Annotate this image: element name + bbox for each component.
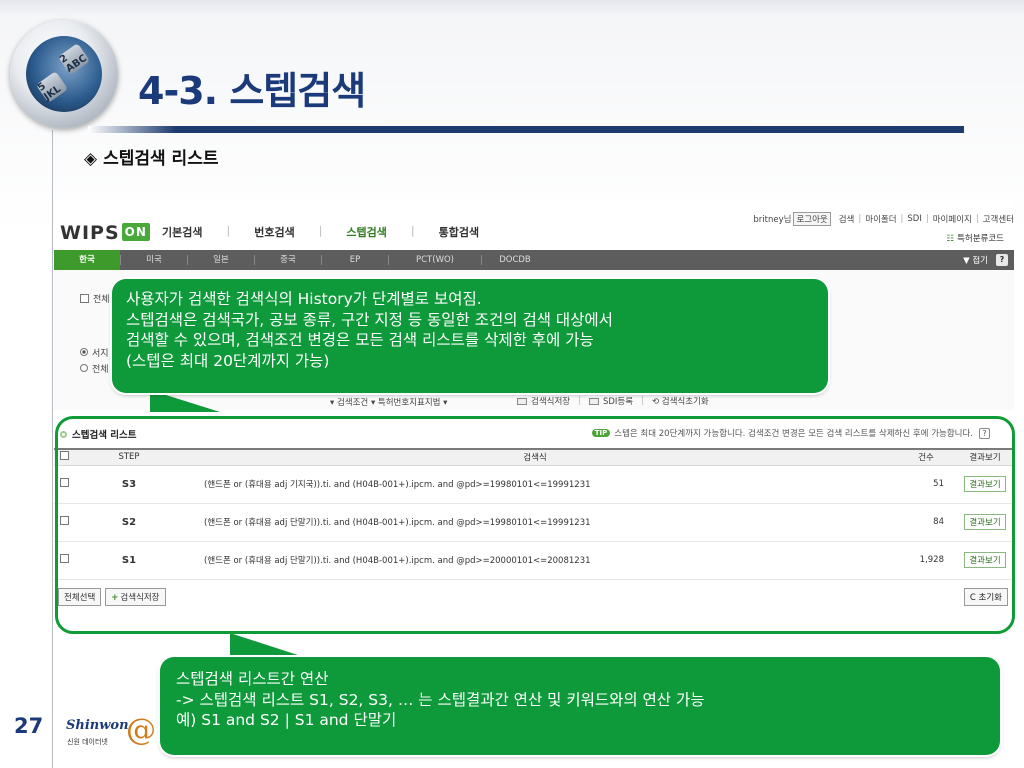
help-icon[interactable]: ? bbox=[996, 254, 1008, 266]
callout-operations: 스텝검색 리스트간 연산 -> 스텝검색 리스트 S1, S2, S3, … 는… bbox=[160, 657, 1000, 755]
gnb-separator: | bbox=[226, 224, 231, 237]
radio-2-label: 전체 bbox=[92, 365, 109, 375]
util-link-support[interactable]: 고객센터 bbox=[983, 213, 1014, 225]
tab-japan[interactable]: 일본 bbox=[188, 250, 254, 270]
step-list-highlight-box bbox=[55, 416, 1015, 634]
radio-bibliographic[interactable]: 서지 bbox=[80, 346, 109, 359]
callout-bottom-pointer bbox=[230, 633, 310, 659]
reset-query-tool[interactable]: ⟲ 검색식초기화 bbox=[652, 395, 709, 407]
util-link-search[interactable]: 검색 bbox=[839, 213, 855, 225]
dial-key-5: 5 JKL bbox=[35, 71, 69, 103]
tab-usa[interactable]: 미국 bbox=[121, 250, 187, 270]
slide-title: 4-3. 스텝검색 bbox=[138, 69, 366, 113]
slide-left-rule bbox=[52, 130, 53, 768]
callout-bottom-line-2: -> 스텝검색 리스트 S1, S2, S3, … 는 스텝결과간 연산 및 키… bbox=[176, 690, 705, 709]
util-separator: | bbox=[900, 214, 904, 224]
tab-china[interactable]: 중국 bbox=[255, 250, 321, 270]
wips-logo-text: WIPS bbox=[60, 222, 120, 244]
tool-separator: | bbox=[641, 396, 644, 406]
callout-bottom-line-1: 스텝검색 리스트간 연산 bbox=[176, 670, 329, 688]
dial-key-2: 2 ABC bbox=[57, 43, 91, 75]
callout-top-pointer bbox=[150, 390, 220, 412]
phone-dial-logo: 2 ABC 5 JKL bbox=[10, 20, 118, 128]
slide-top-band bbox=[0, 0, 1024, 18]
global-nav: 기본검색 | 번호검색 | 스텝검색 | 통합검색 bbox=[162, 224, 503, 240]
search-tool-row: 검색식저장 | SDI등록 | ⟲ 검색식초기화 bbox=[517, 395, 709, 407]
wips-on-logo[interactable]: WIPS ON bbox=[60, 222, 150, 244]
history-select[interactable]: ▾ 검색조건 ▾ 특허번호지표지법 ▾ bbox=[330, 396, 447, 408]
radio-1-label: 서지 bbox=[92, 349, 109, 359]
list-icon: ☷ bbox=[946, 234, 955, 244]
classify-link-label: 특허분류코드 bbox=[957, 234, 1004, 244]
reset-icon: ⟲ bbox=[651, 397, 662, 407]
radio-icon bbox=[80, 348, 88, 356]
tool-label-save: 검색식저장 bbox=[531, 397, 571, 407]
patent-classification-link[interactable]: ☷ 특허분류코드 bbox=[946, 232, 1004, 244]
callout-top-line-4: (스텝은 최대 20단계까지 가능) bbox=[126, 351, 330, 370]
tab-ep[interactable]: EP bbox=[322, 250, 388, 270]
gnb-number-search[interactable]: 번호검색 bbox=[254, 224, 294, 240]
fold-toggle[interactable]: ▼ 접기 ? bbox=[963, 254, 1008, 266]
gnb-separator: | bbox=[318, 224, 323, 237]
subtitle-text: 스텝검색 리스트 bbox=[103, 149, 219, 169]
util-separator: | bbox=[858, 214, 862, 224]
fold-label: ▼ 접기 bbox=[963, 256, 988, 266]
diamond-bullet-icon: ◈ bbox=[84, 149, 98, 169]
tool-label-sdi: SDI등록 bbox=[602, 397, 634, 407]
mail-icon bbox=[588, 398, 599, 405]
tab-docdb[interactable]: DOCDB bbox=[482, 250, 548, 270]
gnb-basic-search[interactable]: 기본검색 bbox=[162, 224, 202, 240]
callout-bottom-line-3: 예) S1 and S2 | S1 and 단말기 bbox=[176, 711, 397, 729]
tool-label-reset: 검색식초기화 bbox=[661, 397, 709, 407]
all-check-label: 전체 bbox=[93, 295, 110, 305]
country-tab-bar: 한국 미국 일본 중국 EP PCT(WO) DOCDB ▼ 접기 ? bbox=[54, 250, 1014, 270]
save-icon bbox=[517, 398, 527, 405]
all-country-checkbox[interactable]: 전체 bbox=[80, 292, 110, 305]
tab-korea[interactable]: 한국 bbox=[54, 250, 120, 270]
save-query-tool[interactable]: 검색식저장 bbox=[517, 395, 570, 407]
util-separator: | bbox=[925, 214, 929, 224]
title-underline bbox=[88, 126, 964, 133]
user-name: britney님 bbox=[753, 215, 792, 225]
callout-top-line-2: 스텝검색은 검색국가, 공보 종류, 구간 지정 등 동일한 조건의 검색 대상… bbox=[126, 310, 613, 329]
utility-bar: britney님 로그아웃 검색 | 마이폴더 | SDI | 마이페이지 | … bbox=[753, 212, 1014, 226]
gnb-integrated-search[interactable]: 통합검색 bbox=[439, 224, 479, 240]
gnb-separator: | bbox=[410, 224, 415, 237]
callout-history: 사용자가 검색한 검색식의 History가 단계별로 보여짐. 스텝검색은 검… bbox=[112, 279, 828, 393]
page-number: 27 bbox=[14, 714, 44, 738]
at-logo-icon: @ bbox=[126, 713, 156, 748]
tab-pct[interactable]: PCT(WO) bbox=[389, 250, 481, 270]
gnb-step-search[interactable]: 스텝검색 bbox=[346, 224, 386, 240]
util-link-myfolder[interactable]: 마이폴더 bbox=[865, 213, 896, 225]
wips-logo-badge: ON bbox=[121, 223, 150, 241]
util-separator: | bbox=[975, 214, 979, 224]
sdi-register-tool[interactable]: SDI등록 bbox=[588, 395, 634, 407]
util-link-sdi[interactable]: SDI bbox=[907, 214, 921, 224]
callout-top-line-3: 검색할 수 있으며, 검색조건 변경은 모든 검색 리스트를 삭제한 후에 가능 bbox=[126, 331, 594, 349]
slide-subtitle: ◈ 스텝검색 리스트 bbox=[84, 144, 218, 169]
logout-button[interactable]: 로그아웃 bbox=[793, 212, 831, 226]
shinwon-logo-subtext: 신원 데이터넷 bbox=[67, 738, 108, 746]
checkbox-icon bbox=[80, 294, 89, 303]
util-link-mypage[interactable]: 마이페이지 bbox=[933, 213, 972, 225]
callout-top-line-1: 사용자가 검색한 검색식의 History가 단계별로 보여짐. bbox=[126, 290, 482, 308]
shinwon-logo: Shinwon bbox=[66, 718, 129, 733]
radio-full[interactable]: 전체 bbox=[80, 362, 109, 375]
phone-dial-keypad: 2 ABC 5 JKL bbox=[26, 36, 102, 112]
tool-separator: | bbox=[578, 396, 581, 406]
radio-icon bbox=[80, 364, 88, 372]
